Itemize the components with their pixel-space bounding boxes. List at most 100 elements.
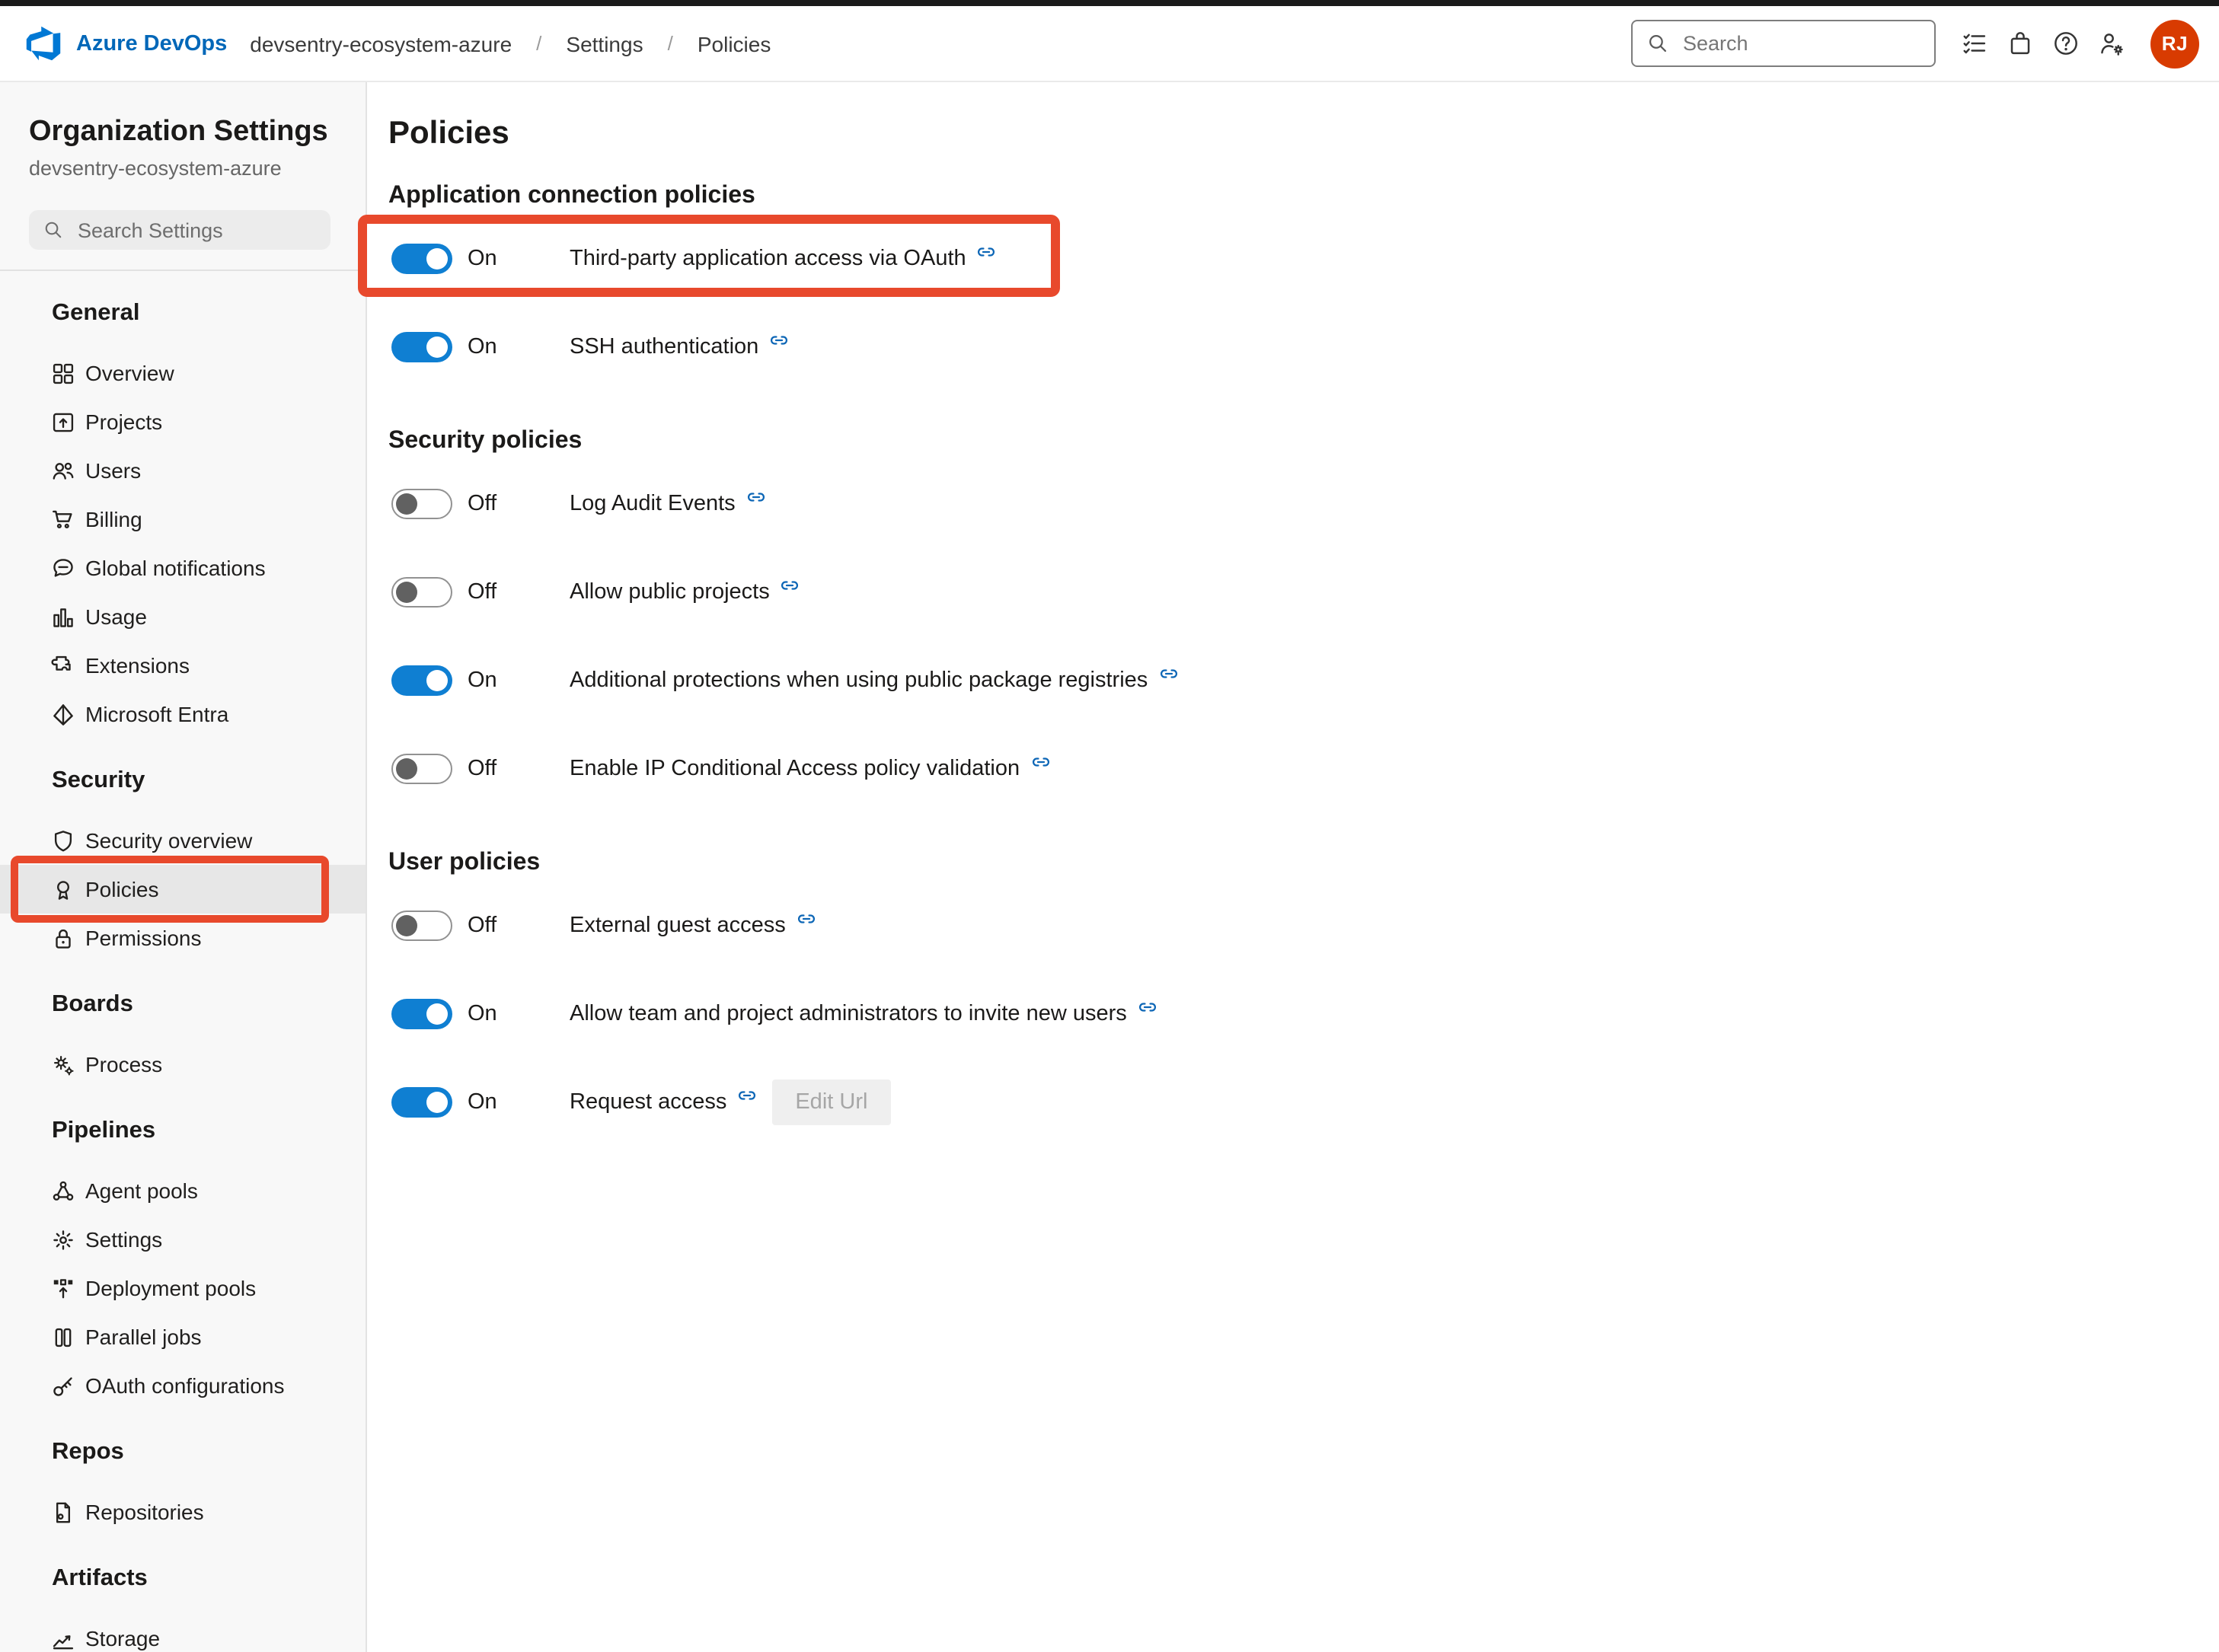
permalink-icon[interactable]: [746, 486, 766, 506]
sidebar-item-parallel-jobs[interactable]: Parallel jobs: [0, 1312, 366, 1361]
toggle-state-label: Off: [468, 492, 554, 516]
toggle-state-label: Off: [468, 757, 554, 781]
brand-name[interactable]: Azure DevOps: [76, 31, 227, 56]
policy-row-request-access: OnRequest accessEdit Url: [388, 1058, 2219, 1147]
toggle-state-label: Off: [468, 914, 554, 938]
sidebar-item-label: Billing: [85, 507, 142, 531]
edit-url-button[interactable]: Edit Url: [772, 1080, 890, 1125]
tasklist-icon[interactable]: [1951, 14, 1997, 72]
policy-label: Allow public projects: [570, 580, 770, 604]
azure-devops-window: Azure DevOps devsentry-ecosystem-azure / S…: [0, 0, 2219, 1652]
breadcrumb: devsentry-ecosystem-azure/Settings/Polic…: [250, 31, 771, 56]
shield-icon: [50, 828, 76, 853]
sidebar-section-heading: Repos: [0, 1431, 366, 1474]
sidebar-item-extensions[interactable]: Extensions: [0, 641, 366, 690]
sidebar-item-oauth-configurations[interactable]: OAuth configurations: [0, 1361, 366, 1410]
sidebar-section-heading: General: [0, 292, 366, 335]
sidebar-item-policies[interactable]: Policies: [0, 865, 366, 914]
policy-section-heading: Application connection policies: [388, 177, 2219, 215]
grid-icon: [50, 360, 76, 386]
permalink-icon[interactable]: [977, 241, 997, 261]
users-icon: [50, 458, 76, 483]
sidebar-item-label: Permissions: [85, 926, 202, 950]
permalink-icon[interactable]: [1158, 663, 1178, 683]
search-icon: [43, 219, 64, 241]
user-settings-icon[interactable]: [2088, 14, 2134, 72]
sidebar-item-users[interactable]: Users: [0, 446, 366, 495]
permalink-icon[interactable]: [781, 575, 800, 595]
organization-name: devsentry-ecosystem-azure: [29, 154, 366, 184]
policy-label: Enable IP Conditional Access policy vali…: [570, 757, 1020, 781]
breadcrumb-item-1[interactable]: Settings: [566, 31, 643, 56]
sidebar-item-process[interactable]: Process: [0, 1040, 366, 1089]
sidebar-item-agent-pools[interactable]: Agent pools: [0, 1166, 366, 1215]
sidebar-item-settings[interactable]: Settings: [0, 1215, 366, 1264]
toggle-knob: [426, 1003, 448, 1025]
breadcrumb-separator: /: [536, 32, 541, 55]
cart-icon: [50, 506, 76, 532]
sidebar-item-deployment-pools[interactable]: Deployment pools: [0, 1264, 366, 1312]
policy-toggle[interactable]: [391, 1087, 452, 1118]
toggle-state-label: On: [468, 335, 554, 359]
sidebar-item-usage[interactable]: Usage: [0, 592, 366, 641]
help-icon[interactable]: [2042, 14, 2088, 72]
sidebar-item-storage[interactable]: Storage: [0, 1614, 366, 1652]
policy-toggle[interactable]: [391, 999, 452, 1029]
sidebar-item-projects[interactable]: Projects: [0, 397, 366, 446]
toggle-knob: [426, 248, 448, 269]
azure-devops-home-link[interactable]: Azure DevOps: [24, 24, 227, 62]
network-icon: [50, 1178, 76, 1204]
toggle-state-label: On: [468, 247, 554, 271]
sidebar-section-heading: Pipelines: [0, 1110, 366, 1153]
toggle-knob: [396, 758, 417, 780]
policy-row-external-guest-access: OffExternal guest access: [388, 882, 2219, 970]
policy-toggle[interactable]: [391, 665, 452, 696]
policy-row-enable-ip-conditional-access-policy-validation: Off Enable IP Conditional Access policy v…: [388, 725, 2219, 813]
sidebar-item-label: Overview: [85, 361, 174, 385]
user-avatar[interactable]: RJ: [2150, 19, 2199, 68]
policy-section-heading: Security policies: [388, 422, 2219, 460]
search-icon: [1646, 32, 1669, 55]
sidebar-item-repositories[interactable]: Repositories: [0, 1488, 366, 1536]
breadcrumb-item-0[interactable]: devsentry-ecosystem-azure: [250, 31, 512, 56]
sidebar-item-label: OAuth configurations: [85, 1373, 285, 1398]
settings-search-box[interactable]: [29, 210, 330, 250]
sidebar-divider: [0, 269, 366, 271]
permalink-icon[interactable]: [1030, 751, 1050, 771]
sidebar-item-overview[interactable]: Overview: [0, 349, 366, 397]
page-title: Policies: [388, 113, 2219, 155]
permalink-icon[interactable]: [1138, 997, 1157, 1016]
sidebar-item-label: Global notifications: [85, 556, 266, 580]
permalink-icon[interactable]: [769, 330, 789, 349]
header-icon-group: [1951, 14, 2134, 72]
settings-search-input[interactable]: [75, 217, 317, 243]
policy-label: Additional protections when using public…: [570, 668, 1148, 693]
sidebar-item-label: Usage: [85, 604, 147, 629]
permalink-icon[interactable]: [797, 908, 816, 928]
policy-toggle[interactable]: [391, 489, 452, 519]
breadcrumb-item-2[interactable]: Policies: [698, 31, 771, 56]
policy-toggle[interactable]: [391, 911, 452, 941]
policy-toggle[interactable]: [391, 244, 452, 274]
policy-section: User policiesOffExternal guest accessOnA…: [388, 844, 2219, 1147]
sidebar-item-label: Process: [85, 1052, 162, 1076]
permalink-icon[interactable]: [737, 1085, 757, 1105]
sidebar-item-permissions[interactable]: Permissions: [0, 914, 366, 962]
sidebar-item-label: Extensions: [85, 653, 190, 678]
toggle-state-label: On: [468, 668, 554, 693]
policy-row-ssh-authentication: OnSSH authentication: [388, 303, 2219, 391]
marketplace-bag-icon[interactable]: [1997, 14, 2042, 72]
toggle-knob: [426, 1092, 448, 1113]
global-search-box[interactable]: [1631, 20, 1936, 67]
bar-chart-icon: [50, 604, 76, 630]
policy-toggle[interactable]: [391, 577, 452, 608]
sidebar-item-microsoft-entra[interactable]: Microsoft Entra: [0, 690, 366, 738]
sidebar-item-security-overview[interactable]: Security overview: [0, 816, 366, 865]
sidebar-item-global-notifications[interactable]: Global notifications: [0, 544, 366, 592]
sidebar-item-billing[interactable]: Billing: [0, 495, 366, 544]
policy-toggle[interactable]: [391, 754, 452, 784]
comment-icon: [50, 555, 76, 581]
policy-toggle[interactable]: [391, 332, 452, 362]
policy-row-allow-team-and-project-administrators-to-invite-new-users: OnAllow team and project administrators …: [388, 970, 2219, 1058]
global-search-input[interactable]: [1680, 30, 1920, 56]
